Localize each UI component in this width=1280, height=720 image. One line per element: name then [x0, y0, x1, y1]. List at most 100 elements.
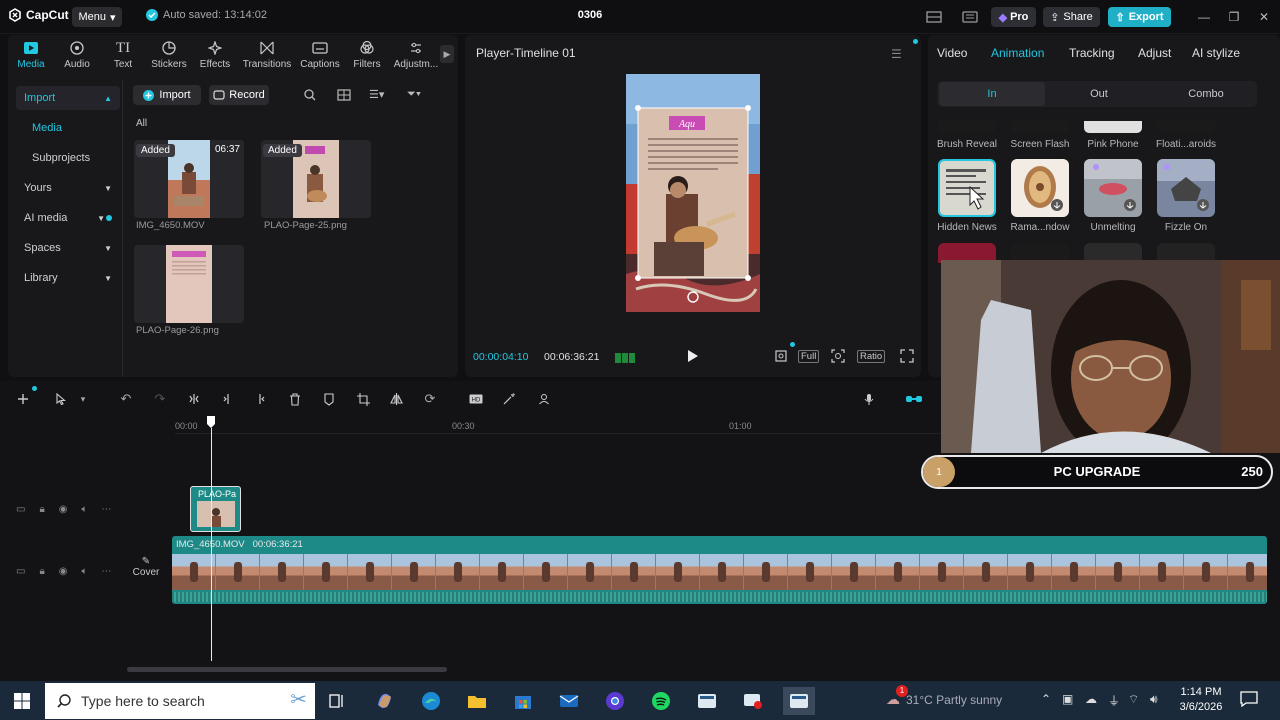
media-item[interactable]: [134, 245, 244, 323]
pro-button[interactable]: ◆ Pro: [991, 7, 1036, 27]
speaker-icon[interactable]: 🔈︎: [82, 566, 88, 577]
subtab-in[interactable]: In: [939, 82, 1045, 106]
chrome-icon[interactable]: [601, 687, 629, 715]
tab-video[interactable]: Video: [937, 46, 967, 60]
track-icon[interactable]: ▭: [16, 504, 25, 515]
delete-icon[interactable]: [286, 390, 304, 408]
tab-media[interactable]: Media: [8, 39, 54, 70]
layout-icon[interactable]: [925, 8, 943, 26]
split-left-icon[interactable]: [219, 390, 237, 408]
shortcuts-icon[interactable]: [961, 8, 979, 26]
onedrive-icon[interactable]: ☁: [1085, 692, 1097, 706]
cover-button[interactable]: ✎ Cover: [132, 556, 160, 588]
rotate-icon[interactable]: ⟳: [421, 390, 439, 408]
hd-icon[interactable]: HD: [467, 390, 485, 408]
tab-tracking[interactable]: Tracking: [1069, 46, 1115, 60]
copilot-icon[interactable]: [371, 687, 399, 715]
usb-icon[interactable]: ⏚: [1108, 692, 1120, 709]
mirror-icon[interactable]: [387, 390, 405, 408]
notification-center-icon[interactable]: [1240, 691, 1258, 707]
track-icon[interactable]: ▭: [16, 566, 25, 577]
wifi-icon[interactable]: ⌔: [1128, 692, 1139, 707]
animation-thumb[interactable]: [1011, 121, 1069, 133]
tab-animation[interactable]: Animation: [991, 46, 1044, 60]
crop-icon[interactable]: [774, 349, 788, 363]
chevron-down-icon[interactable]: ▾: [74, 390, 92, 408]
project-name[interactable]: 0306: [560, 9, 620, 21]
magic-wand-icon[interactable]: [500, 390, 518, 408]
tab-adjust[interactable]: Adjust: [1138, 46, 1171, 60]
clock[interactable]: 1:14 PM 3/6/2026: [1176, 685, 1226, 715]
task-view-icon[interactable]: [323, 687, 351, 715]
animation-thumb[interactable]: [938, 121, 996, 133]
search-icon[interactable]: [304, 89, 316, 101]
tray-app-icon[interactable]: ▣: [1062, 692, 1073, 706]
sidebar-item-import[interactable]: Import ▲: [16, 86, 120, 110]
playhead-handle[interactable]: [206, 415, 216, 429]
tab-stickers[interactable]: Stickers: [146, 39, 192, 70]
cursor-icon[interactable]: [52, 390, 70, 408]
edge-icon[interactable]: [417, 687, 445, 715]
filter-icon[interactable]: ⏷▾: [407, 88, 421, 101]
tab-ai-stylize[interactable]: AI stylize: [1192, 46, 1240, 60]
sidebar-item-ai-media[interactable]: AI media ▼: [16, 206, 120, 230]
close-icon[interactable]: ✕: [1256, 9, 1272, 25]
more-icon[interactable]: ⋯: [102, 566, 112, 577]
minimize-icon[interactable]: —: [1196, 9, 1212, 25]
tab-captions[interactable]: Captions: [297, 39, 343, 70]
tab-filters[interactable]: Filters: [344, 39, 390, 70]
speaker-icon[interactable]: 🔈︎: [82, 504, 88, 515]
tab-text[interactable]: TI Text: [100, 39, 146, 71]
store-icon[interactable]: [509, 687, 537, 715]
import-button[interactable]: Import: [133, 85, 201, 105]
chevron-right-icon[interactable]: ▶: [440, 45, 454, 63]
tab-adjustment[interactable]: Adjustm...: [392, 39, 440, 70]
sidebar-item-library[interactable]: Library ▼: [16, 266, 120, 290]
export-button[interactable]: ⇧ Export: [1108, 7, 1171, 27]
link-toggle-icon[interactable]: [905, 390, 923, 408]
tab-effects[interactable]: Effects: [192, 39, 238, 70]
spotify-icon[interactable]: [647, 687, 675, 715]
tab-audio[interactable]: Audio: [54, 39, 100, 70]
sidebar-item-media[interactable]: Media: [16, 116, 120, 140]
player-menu-icon[interactable]: ☰: [891, 47, 902, 61]
overlay-clip[interactable]: PLAO-Pa: [190, 486, 241, 532]
sidebar-item-yours[interactable]: Yours ▼: [16, 176, 120, 200]
active-app-icon[interactable]: [783, 687, 815, 715]
subtab-combo[interactable]: Combo: [1153, 82, 1259, 106]
chevron-up-icon[interactable]: ⌃: [1041, 692, 1051, 706]
sidebar-item-subprojects[interactable]: Subprojects: [16, 146, 120, 170]
media-item[interactable]: Added 06:37: [134, 140, 244, 218]
full-quality-button[interactable]: Full: [798, 350, 820, 363]
video-preview[interactable]: Aqu: [626, 74, 760, 312]
lock-icon[interactable]: 🔒︎: [39, 504, 44, 515]
ai-person-icon[interactable]: [535, 390, 553, 408]
microphone-icon[interactable]: [860, 390, 878, 408]
animation-thumb[interactable]: [1011, 159, 1069, 217]
split-icon[interactable]: [185, 390, 203, 408]
add-track-icon[interactable]: [14, 390, 32, 408]
main-video-clip[interactable]: IMG_4650.MOV 00:06:36:21: [172, 536, 1267, 604]
restore-icon[interactable]: ❐: [1226, 9, 1242, 25]
sort-icon[interactable]: ☰▾: [369, 88, 384, 101]
crop-icon[interactable]: [354, 390, 372, 408]
weather-widget[interactable]: ☁ 1 31°C Partly sunny: [886, 685, 1002, 708]
play-icon[interactable]: [687, 349, 699, 363]
taskbar-search[interactable]: Type here to search ✂: [45, 683, 315, 719]
fullscreen-icon[interactable]: [900, 349, 914, 363]
eye-icon[interactable]: ◉: [59, 566, 68, 577]
filter-all[interactable]: All: [136, 118, 147, 129]
recording-app-icon[interactable]: [739, 687, 767, 715]
timeline-scrollbar[interactable]: [127, 667, 447, 672]
volume-icon[interactable]: 🔊︎: [1150, 692, 1158, 707]
ratio-button[interactable]: Ratio: [857, 350, 886, 363]
eye-icon[interactable]: ◉: [59, 504, 68, 515]
record-button[interactable]: Record: [209, 85, 269, 105]
more-icon[interactable]: ⋯: [102, 504, 112, 515]
lock-icon[interactable]: 🔒︎: [39, 566, 44, 577]
undo-icon[interactable]: ↶: [117, 390, 135, 408]
redo-icon[interactable]: ↷: [151, 390, 169, 408]
tab-transitions[interactable]: Transitions: [243, 39, 291, 70]
split-right-icon[interactable]: [251, 390, 269, 408]
animation-thumb[interactable]: [1084, 121, 1142, 133]
